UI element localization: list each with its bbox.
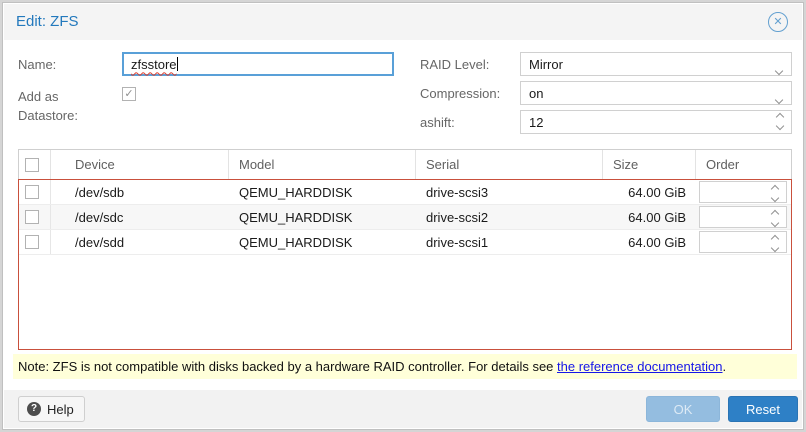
cell-size: 64.00 GiB: [603, 205, 696, 229]
order-spinner[interactable]: [699, 206, 787, 228]
column-header-order[interactable]: Order: [696, 150, 791, 179]
cell-serial: drive-scsi2: [416, 205, 603, 229]
ok-button[interactable]: OK: [646, 396, 720, 422]
order-spinner[interactable]: [699, 181, 787, 203]
cell-model: QEMU_HARDDISK: [229, 180, 416, 204]
table-row[interactable]: /dev/sdc QEMU_HARDDISK drive-scsi2 64.00…: [19, 205, 791, 230]
disk-table-header: Device Model Serial Size Order: [18, 149, 792, 179]
close-glyph: ✕: [773, 17, 782, 28]
note-text: Note: ZFS is not compatible with disks b…: [18, 359, 557, 374]
chevron-down-icon[interactable]: [776, 62, 782, 77]
name-value: zfsstore: [131, 57, 177, 72]
datastore-checkbox[interactable]: ✓: [122, 87, 136, 101]
name-label: Name:: [18, 57, 56, 72]
cell-device: /dev/sdd: [51, 230, 229, 254]
edit-zfs-dialog: Edit: ZFS ✕ Name: zfsstore Add as Datast…: [0, 0, 806, 432]
column-header-size[interactable]: Size: [603, 150, 696, 179]
ashift-value: 12: [529, 115, 543, 130]
raid-level-select[interactable]: Mirror: [520, 52, 792, 76]
compression-value: on: [529, 86, 543, 101]
select-all-checkbox[interactable]: [25, 158, 39, 172]
raid-level-label: RAID Level:: [420, 57, 489, 72]
text-caret: [177, 57, 178, 71]
column-header-serial[interactable]: Serial: [416, 150, 603, 179]
dialog-titlebar: Edit: ZFS ✕: [4, 4, 802, 40]
close-icon[interactable]: ✕: [768, 12, 788, 32]
raid-level-value: Mirror: [529, 57, 563, 72]
row-checkbox[interactable]: [25, 235, 39, 249]
column-header-device[interactable]: Device: [51, 150, 229, 179]
spinner-arrows-icon[interactable]: [772, 186, 778, 201]
table-row[interactable]: /dev/sdb QEMU_HARDDISK drive-scsi3 64.00…: [19, 180, 791, 205]
cell-size: 64.00 GiB: [603, 180, 696, 204]
order-spinner[interactable]: [699, 231, 787, 253]
cell-size: 64.00 GiB: [603, 230, 696, 254]
help-icon: ?: [27, 402, 41, 416]
help-button[interactable]: ? Help: [18, 396, 85, 422]
table-row[interactable]: /dev/sdd QEMU_HARDDISK drive-scsi1 64.00…: [19, 230, 791, 255]
column-header-model[interactable]: Model: [229, 150, 416, 179]
chevron-down-icon[interactable]: [776, 91, 782, 106]
name-input[interactable]: zfsstore: [122, 52, 394, 76]
help-button-label: Help: [47, 402, 74, 417]
dialog-footer: ? Help OK Reset: [4, 390, 802, 428]
datastore-label: Add as Datastore:: [18, 87, 108, 125]
cell-serial: drive-scsi3: [416, 180, 603, 204]
spinner-arrows-icon[interactable]: [772, 211, 778, 226]
cell-model: QEMU_HARDDISK: [229, 205, 416, 229]
row-checkbox[interactable]: [25, 210, 39, 224]
cell-serial: drive-scsi1: [416, 230, 603, 254]
checkmark-icon: ✓: [124, 88, 133, 100]
cell-device: /dev/sdb: [51, 180, 229, 204]
disk-table-body: /dev/sdb QEMU_HARDDISK drive-scsi3 64.00…: [18, 179, 792, 350]
reference-documentation-link[interactable]: the reference documentation: [557, 359, 723, 374]
dialog-title: Edit: ZFS: [16, 13, 79, 30]
zfs-note: Note: ZFS is not compatible with disks b…: [13, 354, 797, 379]
note-text-end: .: [723, 359, 727, 374]
ashift-label: ashift:: [420, 115, 455, 130]
compression-label: Compression:: [420, 86, 500, 101]
reset-button-label: Reset: [746, 402, 780, 417]
row-checkbox[interactable]: [25, 185, 39, 199]
spinner-arrows-icon[interactable]: [777, 114, 783, 129]
ashift-spinner[interactable]: 12: [520, 110, 792, 134]
reset-button[interactable]: Reset: [728, 396, 798, 422]
compression-select[interactable]: on: [520, 81, 792, 105]
cell-device: /dev/sdc: [51, 205, 229, 229]
cell-model: QEMU_HARDDISK: [229, 230, 416, 254]
ok-button-label: OK: [674, 402, 693, 417]
spinner-arrows-icon[interactable]: [772, 236, 778, 251]
